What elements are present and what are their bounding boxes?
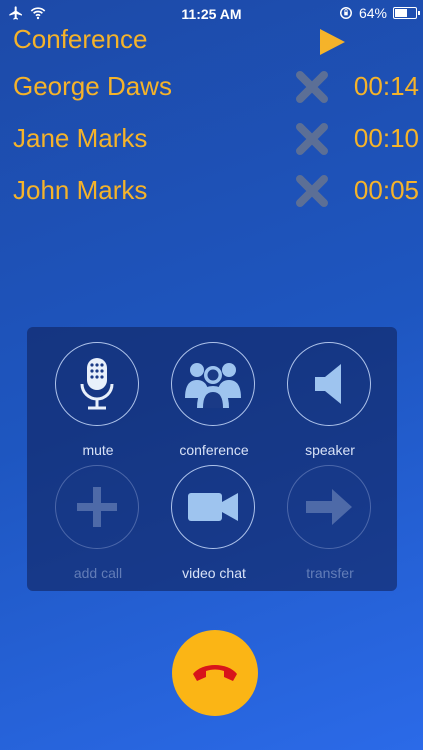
- conference-label: conference: [179, 442, 249, 458]
- participant-name: George Daws: [13, 71, 172, 101]
- participant-row: John Marks 00:05: [0, 171, 423, 211]
- transfer-button[interactable]: transfer: [280, 465, 380, 581]
- speaker-button[interactable]: speaker: [280, 342, 380, 458]
- remove-participant-icon[interactable]: [294, 69, 330, 105]
- battery-percent: 64%: [358, 5, 387, 21]
- video-chat-label: video chat: [182, 565, 246, 581]
- mute-button[interactable]: mute: [48, 342, 148, 458]
- speaker-label: speaker: [305, 442, 355, 458]
- microphone-icon: [80, 358, 114, 410]
- participant-row: George Daws 00:14: [0, 67, 423, 107]
- participant-duration: 00:14: [353, 71, 419, 101]
- video-camera-icon: [188, 493, 238, 521]
- plus-icon: [77, 487, 117, 527]
- participant-name: John Marks: [13, 175, 148, 205]
- participant-name: Jane Marks: [13, 123, 148, 153]
- participant-row: Jane Marks 00:10: [0, 119, 423, 159]
- transfer-label: transfer: [306, 565, 354, 581]
- battery-icon: [393, 7, 420, 19]
- rotation-lock-icon: [339, 7, 352, 19]
- arrow-right-icon: [306, 489, 352, 525]
- play-icon[interactable]: [318, 28, 346, 56]
- people-icon: [185, 363, 241, 408]
- conference-header: Conference: [0, 20, 423, 60]
- participant-duration: 00:05: [353, 175, 419, 205]
- call-controls-panel: mute conference speaker add call video c…: [27, 327, 397, 591]
- phone-hangup-icon: [193, 665, 237, 681]
- video-chat-button[interactable]: video chat: [164, 465, 264, 581]
- remove-participant-icon[interactable]: [294, 173, 330, 209]
- battery-fill: [395, 9, 407, 17]
- conference-button[interactable]: conference: [164, 342, 264, 458]
- remove-participant-icon[interactable]: [294, 121, 330, 157]
- participant-duration: 00:10: [353, 123, 419, 153]
- mute-label: mute: [82, 442, 114, 458]
- speaker-icon: [315, 364, 341, 404]
- add-call-button[interactable]: add call: [48, 465, 148, 581]
- add-call-label: add call: [73, 565, 123, 581]
- conference-title: Conference: [13, 24, 148, 54]
- end-call-button[interactable]: [172, 630, 258, 716]
